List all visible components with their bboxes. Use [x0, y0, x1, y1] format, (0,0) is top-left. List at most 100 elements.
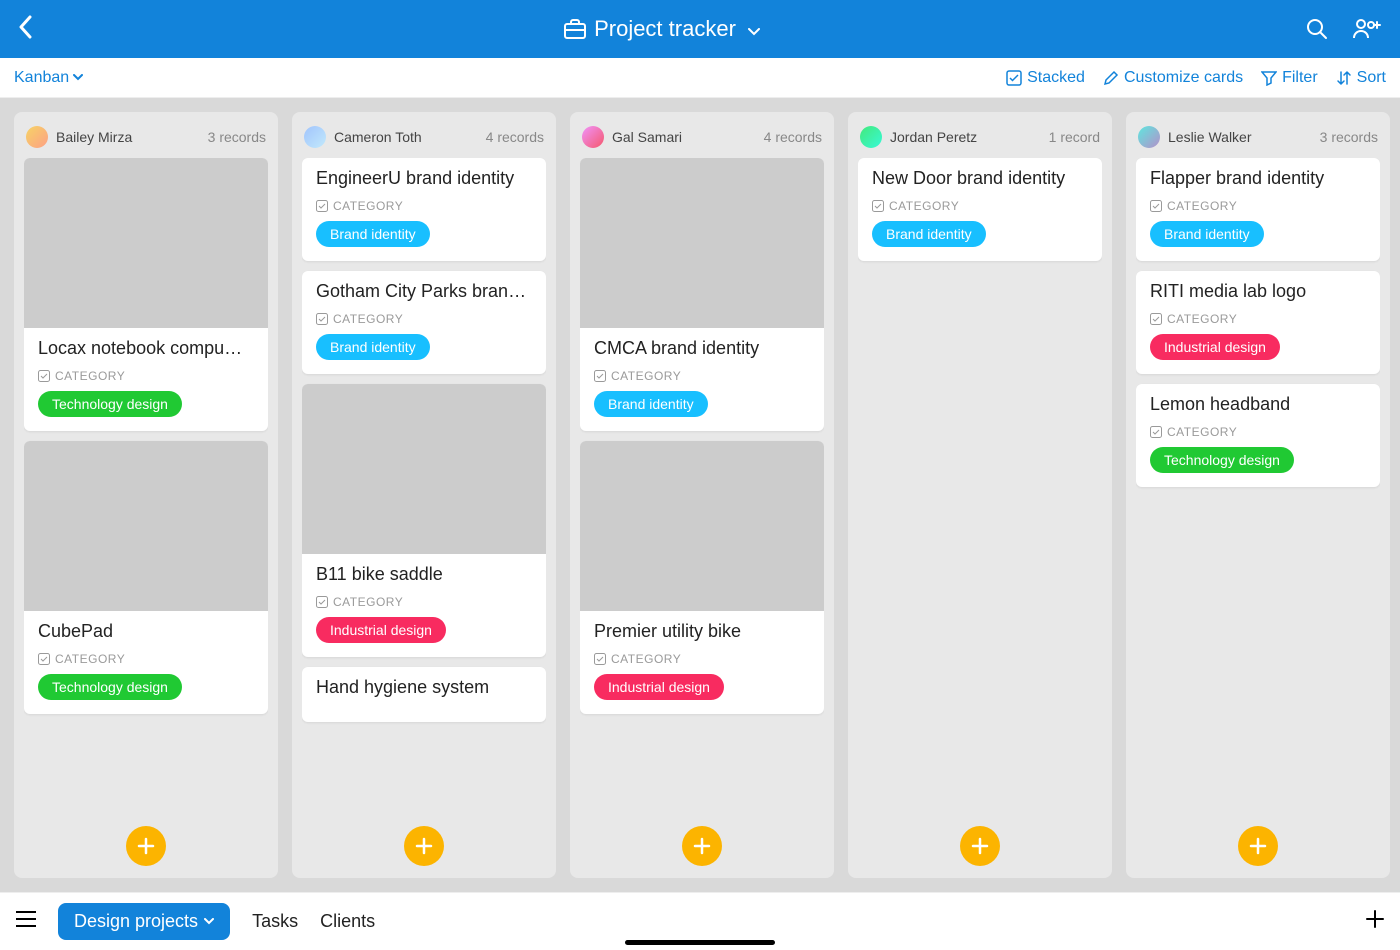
checkbox-icon — [1150, 200, 1162, 212]
plus-icon — [1249, 837, 1267, 855]
record-card[interactable]: B11 bike saddle CATEGORY Industrial desi… — [302, 384, 546, 657]
briefcase-icon — [564, 19, 586, 39]
cards-container[interactable]: CMCA brand identity CATEGORY Brand ident… — [580, 158, 824, 816]
plus-icon — [415, 837, 433, 855]
record-card[interactable]: Premier utility bike CATEGORY Industrial… — [580, 441, 824, 714]
record-card[interactable]: Flapper brand identity CATEGORY Brand id… — [1136, 158, 1380, 261]
column-header[interactable]: Jordan Peretz 1 record — [858, 122, 1102, 158]
record-card[interactable]: Lemon headband CATEGORY Technology desig… — [1136, 384, 1380, 487]
card-title: Flapper brand identity — [1150, 168, 1366, 189]
kanban-column: Bailey Mirza 3 recordsLocax notebook com… — [14, 112, 278, 878]
kanban-column: Leslie Walker 3 recordsFlapper brand ide… — [1126, 112, 1390, 878]
cards-container[interactable]: New Door brand identity CATEGORY Brand i… — [858, 158, 1102, 816]
chevron-down-icon — [204, 918, 214, 925]
card-title: B11 bike saddle — [316, 564, 532, 585]
checkbox-icon — [1150, 426, 1162, 438]
add-record-button[interactable] — [126, 826, 166, 866]
add-record-button[interactable] — [404, 826, 444, 866]
column-name: Bailey Mirza — [56, 129, 208, 145]
card-thumbnail — [302, 384, 546, 554]
column-name: Leslie Walker — [1168, 129, 1320, 145]
record-card[interactable]: New Door brand identity CATEGORY Brand i… — [858, 158, 1102, 261]
menu-button[interactable] — [16, 911, 36, 932]
search-button[interactable] — [1302, 18, 1332, 40]
sort-label: Sort — [1357, 69, 1386, 87]
avatar — [582, 126, 604, 148]
category-tag: Brand identity — [872, 221, 986, 247]
cards-container[interactable]: Flapper brand identity CATEGORY Brand id… — [1136, 158, 1380, 816]
category-tag: Industrial design — [316, 617, 446, 643]
cards-container[interactable]: EngineerU brand identity CATEGORY Brand … — [302, 158, 546, 816]
active-table-tab[interactable]: Design projects — [58, 903, 230, 940]
sort-button[interactable]: Sort — [1336, 69, 1386, 87]
checkbox-icon — [316, 596, 328, 608]
record-card[interactable]: EngineerU brand identity CATEGORY Brand … — [302, 158, 546, 261]
record-card[interactable]: CMCA brand identity CATEGORY Brand ident… — [580, 158, 824, 431]
sort-icon — [1336, 70, 1352, 86]
column-name: Jordan Peretz — [890, 129, 1049, 145]
column-name: Cameron Toth — [334, 129, 486, 145]
field-label: CATEGORY — [1150, 425, 1366, 439]
field-label: CATEGORY — [316, 312, 532, 326]
category-tag: Brand identity — [316, 221, 430, 247]
table-tab[interactable]: Tasks — [252, 911, 298, 932]
kanban-board[interactable]: Bailey Mirza 3 recordsLocax notebook com… — [0, 98, 1400, 892]
column-header[interactable]: Bailey Mirza 3 records — [24, 122, 268, 158]
title-dropdown[interactable]: Project tracker — [42, 16, 1282, 42]
filter-button[interactable]: Filter — [1261, 69, 1318, 87]
column-header[interactable]: Gal Samari 4 records — [580, 122, 824, 158]
view-name-label: Kanban — [14, 69, 69, 87]
checkbox-icon — [316, 200, 328, 212]
category-tag: Technology design — [38, 674, 182, 700]
card-title: Locax notebook compu… — [38, 338, 254, 359]
category-tag: Industrial design — [1150, 334, 1280, 360]
plus-icon — [971, 837, 989, 855]
field-label: CATEGORY — [316, 595, 532, 609]
field-label: CATEGORY — [316, 199, 532, 213]
record-count: 4 records — [764, 129, 822, 145]
record-card[interactable]: Locax notebook compu… CATEGORY Technolog… — [24, 158, 268, 431]
category-tag: Brand identity — [1150, 221, 1264, 247]
stacked-button[interactable]: Stacked — [1006, 69, 1085, 87]
stacked-icon — [1006, 70, 1022, 86]
add-record-button[interactable] — [682, 826, 722, 866]
customize-button[interactable]: Customize cards — [1103, 69, 1243, 87]
field-label: CATEGORY — [38, 652, 254, 666]
chevron-down-icon — [73, 74, 83, 81]
page-title: Project tracker — [594, 16, 736, 42]
record-card[interactable]: Hand hygiene system — [302, 667, 546, 722]
add-table-button[interactable] — [1366, 910, 1384, 933]
column-header[interactable]: Cameron Toth 4 records — [302, 122, 546, 158]
add-record-button[interactable] — [1238, 826, 1278, 866]
back-button[interactable] — [18, 15, 42, 44]
plus-icon — [137, 837, 155, 855]
kanban-column: Cameron Toth 4 recordsEngineerU brand id… — [292, 112, 556, 878]
avatar — [26, 126, 48, 148]
checkbox-icon — [1150, 313, 1162, 325]
table-tab[interactable]: Clients — [320, 911, 375, 932]
checkbox-icon — [38, 370, 50, 382]
record-card[interactable]: CubePad CATEGORY Technology design — [24, 441, 268, 714]
pencil-icon — [1103, 70, 1119, 86]
chevron-down-icon — [748, 16, 760, 42]
record-card[interactable]: Gotham City Parks bran… CATEGORY Brand i… — [302, 271, 546, 374]
checkbox-icon — [872, 200, 884, 212]
field-label: CATEGORY — [594, 652, 810, 666]
column-header[interactable]: Leslie Walker 3 records — [1136, 122, 1380, 158]
field-label: CATEGORY — [1150, 312, 1366, 326]
bottom-bar: Design projects Tasks Clients — [0, 892, 1400, 950]
record-card[interactable]: RITI media lab logo CATEGORY Industrial … — [1136, 271, 1380, 374]
add-people-button[interactable] — [1352, 18, 1382, 40]
add-record-button[interactable] — [960, 826, 1000, 866]
card-title: RITI media lab logo — [1150, 281, 1366, 302]
view-selector[interactable]: Kanban — [14, 69, 83, 87]
home-indicator — [625, 940, 775, 945]
view-toolbar: Kanban Stacked Customize cards Filter So… — [0, 58, 1400, 98]
checkbox-icon — [38, 653, 50, 665]
card-thumbnail — [580, 158, 824, 328]
plus-icon — [693, 837, 711, 855]
category-tag: Technology design — [1150, 447, 1294, 473]
card-thumbnail — [24, 441, 268, 611]
field-label: CATEGORY — [38, 369, 254, 383]
cards-container[interactable]: Locax notebook compu… CATEGORY Technolog… — [24, 158, 268, 816]
